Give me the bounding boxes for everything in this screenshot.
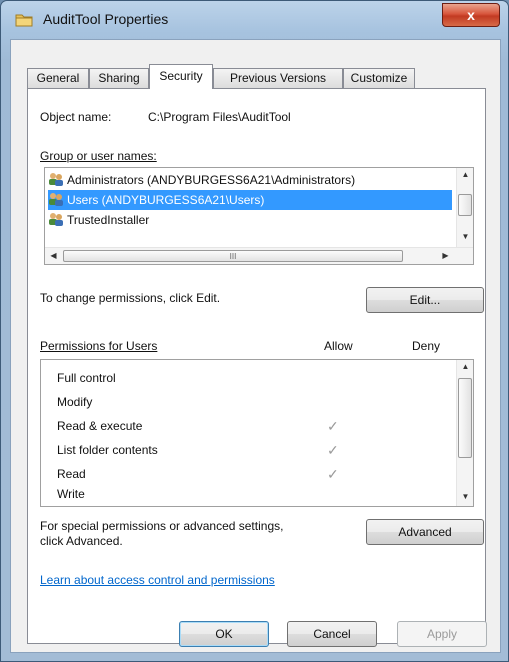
permission-name: Modify [57, 395, 93, 409]
allow-check-icon: ✓ [327, 418, 339, 434]
permission-name: Full control [57, 371, 116, 385]
tab-label: Previous Versions [229, 71, 327, 85]
properties-window: AuditTool Properties x General Sharing S… [0, 0, 509, 662]
tab-customize[interactable]: Customize [343, 68, 415, 88]
advanced-button[interactable]: Advanced [366, 519, 484, 545]
tab-sharing[interactable]: Sharing [89, 68, 149, 88]
permission-name: List folder contents [57, 443, 158, 457]
learn-access-control-link[interactable]: Learn about access control and permissio… [40, 573, 275, 587]
users-icon [48, 192, 64, 206]
ok-button[interactable]: OK [179, 621, 269, 647]
list-item-administrators[interactable]: Administrators (ANDYBURGESS6A21\Administ… [48, 170, 452, 190]
scroll-right-icon[interactable]: ▶ [437, 251, 454, 260]
advanced-button-label: Advanced [398, 525, 452, 539]
edit-button-label: Edit... [409, 293, 441, 307]
apply-button-label: Apply [426, 627, 458, 641]
special-permissions-text-line2: click Advanced. [40, 534, 123, 548]
close-icon: x [467, 7, 475, 23]
scroll-left-icon[interactable]: ◀ [45, 251, 62, 260]
group-list-vertical-scrollbar[interactable]: ▲ ▼ [456, 168, 473, 248]
permission-name: Read [57, 467, 86, 481]
list-item-label: TrustedInstaller [67, 213, 150, 227]
allow-column-header: Allow [324, 339, 353, 353]
list-item-trustedinstaller[interactable]: TrustedInstaller [48, 210, 452, 230]
list-item-label: Administrators (ANDYBURGESS6A21\Administ… [67, 173, 356, 187]
tab-security[interactable]: Security [149, 64, 213, 89]
permission-name: Write [57, 487, 85, 501]
edit-button[interactable]: Edit... [366, 287, 484, 313]
cancel-button-label: Cancel [313, 627, 351, 641]
group-names-text: Group or user names: [40, 149, 157, 163]
permission-row-read-execute: Read & execute ✓ [57, 414, 339, 438]
ok-button-label: OK [215, 627, 233, 641]
allow-check-icon: ✓ [327, 466, 339, 482]
scroll-down-icon[interactable]: ▼ [457, 232, 474, 241]
scroll-up-icon[interactable]: ▲ [457, 170, 474, 179]
tab-label: Customize [350, 71, 408, 85]
tab-label: Sharing [98, 71, 140, 85]
scroll-down-icon[interactable]: ▼ [457, 492, 474, 501]
tab-label: Security [159, 69, 203, 83]
allow-check-icon: ✓ [327, 442, 339, 458]
object-name-label: Object name: [40, 110, 112, 124]
change-permissions-text: To change permissions, click Edit. [40, 291, 221, 305]
list-item-users[interactable]: Users (ANDYBURGESS6A21\Users) [48, 190, 452, 210]
security-tab-panel: Object name: C:\Program Files\AuditTool … [27, 88, 486, 644]
horizontal-scroll-thumb[interactable]: III [63, 250, 403, 262]
permissions-title-text: Permissions for Users [40, 339, 158, 353]
folder-icon [15, 13, 33, 27]
scroll-grip: III [229, 252, 237, 261]
permission-row-full-control: Full control [57, 366, 116, 390]
list-item-label: Users (ANDYBURGESS6A21\Users) [67, 193, 265, 207]
permission-name: Read & execute [57, 419, 143, 433]
group-names-label: Group or user names: [40, 149, 157, 163]
scroll-thumb[interactable] [458, 194, 472, 216]
users-icon [48, 172, 64, 186]
title-bar[interactable]: AuditTool Properties x [1, 1, 508, 39]
scroll-up-icon[interactable]: ▲ [457, 362, 474, 371]
permissions-listbox[interactable]: Full control Modify Read & execute ✓ Lis… [40, 359, 474, 507]
group-list-horizontal-scrollbar[interactable]: ◀ III ▶ [45, 247, 473, 264]
window-title: AuditTool Properties [43, 11, 169, 27]
deny-column-header: Deny [412, 339, 441, 353]
apply-button[interactable]: Apply [397, 621, 487, 647]
special-permissions-text-line1: For special permissions or advanced sett… [40, 519, 284, 533]
close-button[interactable]: x [442, 3, 500, 27]
dialog-client-area: General Sharing Security Previous Versio… [10, 39, 501, 653]
permissions-title: Permissions for Users [40, 339, 157, 353]
tab-label: General [36, 71, 80, 85]
permission-row-read: Read ✓ [57, 462, 339, 486]
group-user-listbox[interactable]: Administrators (ANDYBURGESS6A21\Administ… [44, 167, 474, 265]
tab-general[interactable]: General [27, 68, 89, 88]
tab-previous-versions[interactable]: Previous Versions [213, 68, 343, 88]
permission-row-write: Write [57, 484, 85, 504]
permission-row-modify: Modify [57, 390, 92, 414]
scroll-thumb[interactable] [458, 378, 472, 458]
permission-row-list-folder-contents: List folder contents ✓ [57, 438, 339, 462]
cancel-button[interactable]: Cancel [287, 621, 377, 647]
permissions-vertical-scrollbar[interactable]: ▲ ▼ [456, 360, 473, 506]
object-name-value: C:\Program Files\AuditTool [148, 110, 291, 124]
users-icon [48, 212, 64, 226]
